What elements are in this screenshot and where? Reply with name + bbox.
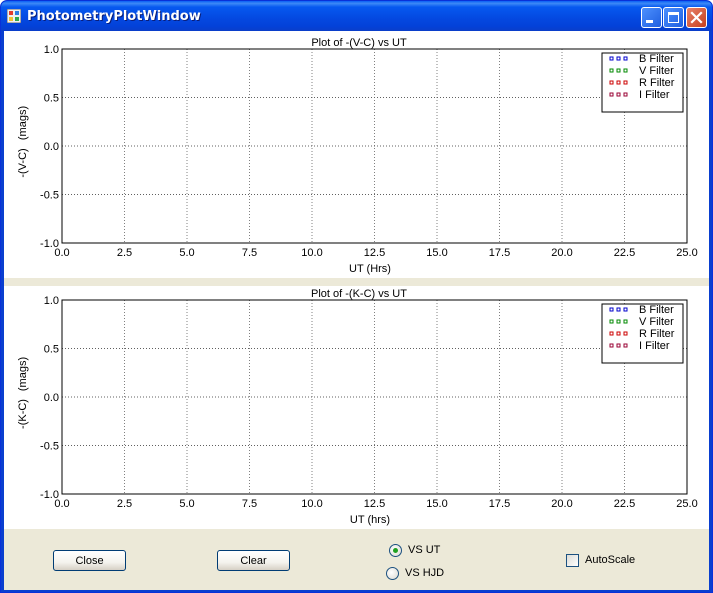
minimize-icon <box>646 20 653 23</box>
y-axis-label-right: (mags) <box>17 357 29 391</box>
y-tick-label: 0.5 <box>44 93 59 105</box>
legend-label: B Filter <box>639 304 674 316</box>
y-tick-label: 1.0 <box>44 295 59 307</box>
legend-label: V Filter <box>639 316 674 328</box>
y-tick-label: 1.0 <box>44 44 59 56</box>
x-tick-label: 17.5 <box>489 247 510 259</box>
close-button[interactable]: Close <box>53 550 126 571</box>
y-tick-label: 0.0 <box>44 392 59 404</box>
x-axis-label: UT (Hrs) <box>349 263 391 275</box>
radio-vs-hjd[interactable]: VS HJD <box>386 565 444 581</box>
legend: B FilterV FilterR FilterI Filter <box>601 52 684 113</box>
x-tick-label: 7.5 <box>242 498 257 510</box>
x-tick-label: 2.5 <box>117 498 132 510</box>
checkbox-box[interactable] <box>566 553 579 567</box>
y-tick-label: -1.0 <box>40 238 59 250</box>
y-tick-label: -1.0 <box>40 489 59 501</box>
legend-label: I Filter <box>639 340 670 352</box>
title-bar[interactable]: PhotometryPlotWindow <box>1 1 712 31</box>
y-tick-label: -0.5 <box>40 190 59 202</box>
legend-label: R Filter <box>639 77 675 89</box>
photometry-plot-window: PhotometryPlotWindow Plot of -(V-C) vs U… <box>0 0 713 593</box>
x-tick-label: 10.0 <box>301 247 322 259</box>
legend-label: V Filter <box>639 65 674 77</box>
x-tick-label: 7.5 <box>242 247 257 259</box>
legend-label: B Filter <box>639 53 674 65</box>
clear-button[interactable]: Clear <box>217 550 290 571</box>
x-tick-label: 15.0 <box>426 247 447 259</box>
plot-title: Plot of -(V-C) vs UT <box>311 37 407 49</box>
x-tick-label: 20.0 <box>551 247 572 259</box>
app-icon <box>7 9 21 23</box>
close-icon <box>690 11 703 24</box>
x-tick-label: 5.0 <box>179 498 194 510</box>
x-axis-label: UT (hrs) <box>350 514 390 526</box>
y-axis-label-left: -(K-C) <box>17 399 29 429</box>
y-axis-label-left: -(V-C) <box>17 148 29 177</box>
radio-button-icon[interactable] <box>389 543 402 557</box>
maximize-icon <box>668 12 679 23</box>
autoscale-label: AutoScale <box>585 554 636 566</box>
x-tick-label: 25.0 <box>676 247 697 259</box>
x-tick-label: 5.0 <box>179 247 194 259</box>
x-tick-label: 10.0 <box>301 498 322 510</box>
y-tick-label: -0.5 <box>40 441 59 453</box>
x-tick-label: 12.5 <box>364 498 385 510</box>
autoscale-checkbox[interactable]: AutoScale <box>566 552 635 568</box>
axes-layer: 0.0 2.5 5.0 7.5 10.0 12.5 15.0 17.5 20.0 22.5 25.0… <box>40 295 698 510</box>
legend-label: I Filter <box>639 89 670 101</box>
radio-button-icon[interactable] <box>386 566 399 580</box>
x-tick-label: 2.5 <box>117 247 132 259</box>
plot-v-c: Plot of -(V-C) vs UT 0.0 2.5 5.0 7.5 10.0 12.… <box>4 31 709 278</box>
radio-vs-ut-label: VS UT <box>408 544 441 556</box>
plot-k-c: Plot of -(K-C) vs UT 0.0 2.5 5.0 7.5 10.0 12.… <box>4 286 709 529</box>
plot-title: Plot of -(K-C) vs UT <box>311 288 407 300</box>
axes-layer: 0.0 2.5 5.0 7.5 10.0 12.5 15.0 17.5 20.0 22.5 25.0… <box>40 44 698 259</box>
maximize-button[interactable] <box>663 7 684 28</box>
minimize-button[interactable] <box>641 7 662 28</box>
y-tick-label: 0.0 <box>44 141 59 153</box>
radio-vs-ut[interactable]: VS UT <box>389 542 440 558</box>
radio-vs-hjd-label: VS HJD <box>405 567 445 579</box>
legend-label: R Filter <box>639 328 675 340</box>
window-title: PhotometryPlotWindow <box>27 9 201 24</box>
x-tick-label: 22.5 <box>614 498 635 510</box>
x-tick-label: 25.0 <box>676 498 697 510</box>
x-tick-label: 12.5 <box>364 247 385 259</box>
y-tick-label: 0.5 <box>44 344 59 356</box>
plot-k-c-canvas: Plot of -(K-C) vs UT 0.0 2.5 5.0 7.5 10.0 12.… <box>17 288 698 526</box>
x-tick-label: 17.5 <box>489 498 510 510</box>
x-tick-label: 15.0 <box>426 498 447 510</box>
x-tick-label: 22.5 <box>614 247 635 259</box>
legend: B FilterV FilterR FilterI Filter <box>601 303 684 364</box>
close-window-button[interactable] <box>686 7 707 28</box>
radio-selected-dot <box>393 547 398 553</box>
client-area: Plot of -(V-C) vs UT 0.0 2.5 5.0 7.5 10.0 12.… <box>4 31 709 590</box>
plot-v-c-canvas: Plot of -(V-C) vs UT 0.0 2.5 5.0 7.5 10.0 12.… <box>17 37 698 275</box>
x-tick-label: 20.0 <box>551 498 572 510</box>
y-axis-label-right: (mags) <box>17 106 29 140</box>
